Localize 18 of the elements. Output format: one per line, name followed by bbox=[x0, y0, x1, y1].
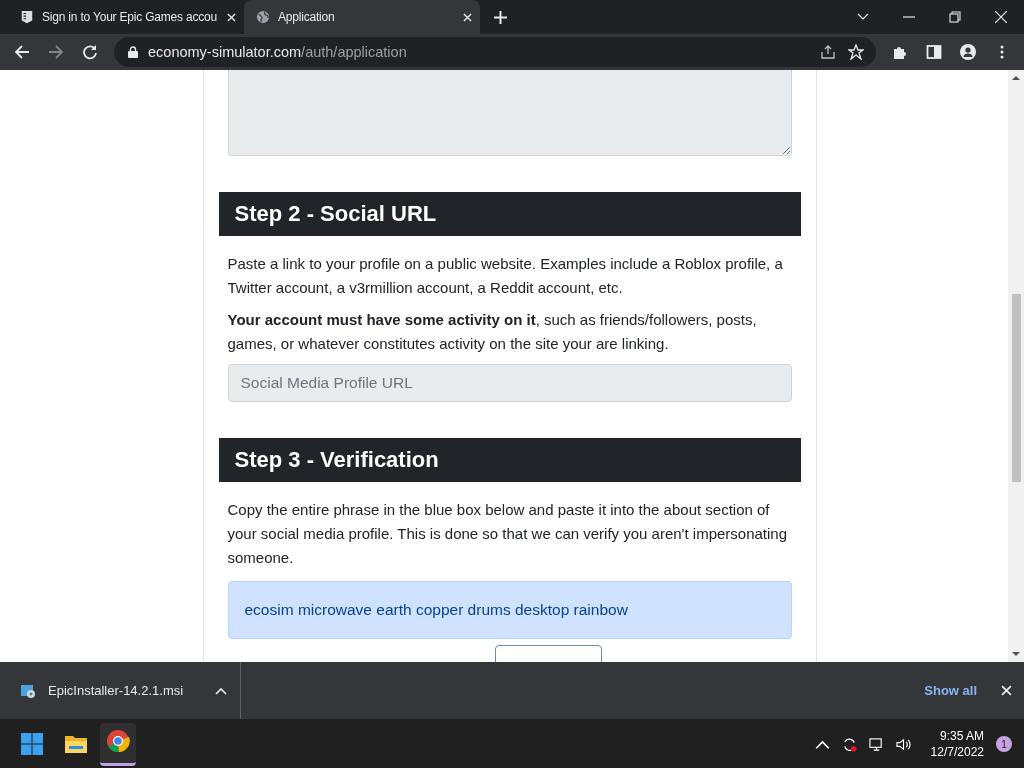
phrase-box: ecosim microwave earth copper drums desktop rainbow bbox=[227, 580, 792, 639]
clock-date[interactable]: 12/7/2022 bbox=[930, 744, 984, 761]
paragraph: Copy the entire phrase in the blue box below and paste it into the about section of your social media profile. This is done so that we can verify you aren't impersonating someone. bbox=[227, 499, 789, 568]
browser-tab[interactable]: Application bbox=[244, 0, 480, 34]
address-bar[interactable]: economy-simulator.com/auth/application bbox=[114, 36, 876, 67]
paragraph: Your account must have some activity on it, such as friends/followers, posts, games, or whatever constitutes activity on the site your are linking. bbox=[227, 309, 758, 354]
download-filename[interactable]: EpicInstaller-14.2.1.msi bbox=[48, 683, 184, 699]
notification-badge[interactable]: 1 bbox=[996, 736, 1012, 753]
show-all-link[interactable]: Show all bbox=[924, 683, 1001, 699]
paragraph: Paste a link to your profile on a public website. Examples include a Roblox profile, a Twitter account, a v3rmillion account, a Reddit account, etc. bbox=[227, 253, 784, 298]
tab-title: Application bbox=[278, 10, 336, 24]
section-heading: Step 3 - Verification bbox=[218, 437, 801, 482]
url-input-field[interactable]: Social Media Profile URL bbox=[227, 363, 792, 402]
clock-time[interactable]: 9:35 AM bbox=[939, 728, 984, 745]
section-heading: Step 2 - Social URL bbox=[218, 191, 801, 236]
url-text: economy-simulator.com/auth/application bbox=[148, 43, 407, 60]
tab-title: Sign in to Your Epic Games accou bbox=[42, 10, 219, 24]
browser-tab[interactable]: Sign in to Your Epic Games accou bbox=[8, 0, 244, 34]
